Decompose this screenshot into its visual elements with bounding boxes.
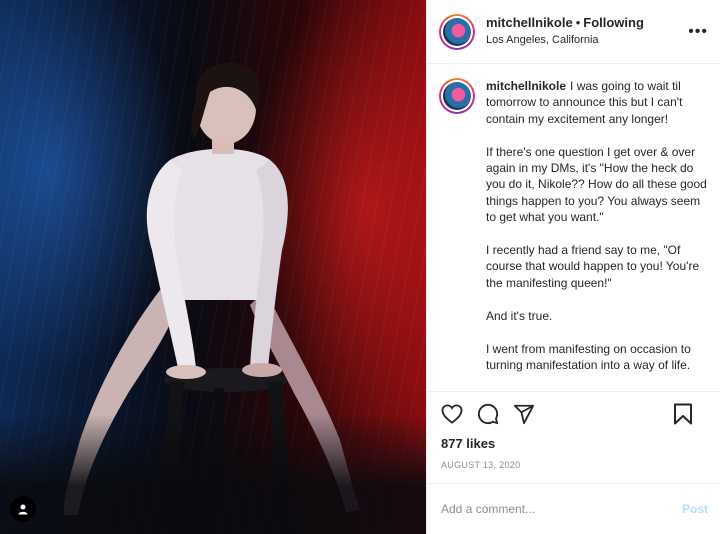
caption-avatar[interactable] bbox=[439, 78, 475, 114]
post-date: AUGUST 13, 2020 bbox=[441, 460, 521, 470]
post-photo[interactable] bbox=[0, 0, 426, 534]
avatar[interactable] bbox=[439, 13, 475, 50]
instagram-post: mitchellnikole • Following Los Angeles, Ca… bbox=[0, 0, 720, 534]
comment-input[interactable] bbox=[441, 502, 682, 516]
location-link[interactable]: Los Angeles, California bbox=[486, 34, 644, 48]
caption-row: mitchellnikole I was going to wait til to… bbox=[439, 78, 708, 373]
floor-shadow bbox=[0, 414, 426, 534]
share-icon[interactable] bbox=[513, 403, 535, 425]
comment-bar: Post bbox=[427, 483, 720, 534]
action-bar bbox=[427, 392, 720, 436]
bookmark-icon[interactable] bbox=[672, 403, 694, 425]
caption-username[interactable]: mitchellnikole bbox=[486, 79, 566, 93]
post-sidebar: mitchellnikole • Following Los Angeles, Ca… bbox=[426, 0, 720, 534]
following-button[interactable]: Following bbox=[583, 15, 644, 30]
likes-count[interactable]: 877 likes bbox=[427, 436, 720, 451]
post-button[interactable]: Post bbox=[682, 502, 708, 516]
header-text: mitchellnikole • Following Los Angeles, Ca… bbox=[486, 15, 644, 48]
comment-icon[interactable] bbox=[477, 403, 499, 425]
heart-icon[interactable] bbox=[441, 403, 463, 425]
username-link[interactable]: mitchellnikole bbox=[486, 15, 573, 30]
separator-dot: • bbox=[575, 15, 581, 30]
user-tag-icon[interactable] bbox=[10, 496, 36, 522]
caption: mitchellnikole I was going to wait til to… bbox=[486, 78, 708, 373]
post-header: mitchellnikole • Following Los Angeles, Ca… bbox=[427, 0, 720, 64]
caption-text: I was going to wait til tomorrow to anno… bbox=[486, 79, 707, 372]
comments-section: mitchellnikole I was going to wait til to… bbox=[427, 64, 720, 392]
more-options-button[interactable]: ••• bbox=[688, 24, 708, 40]
